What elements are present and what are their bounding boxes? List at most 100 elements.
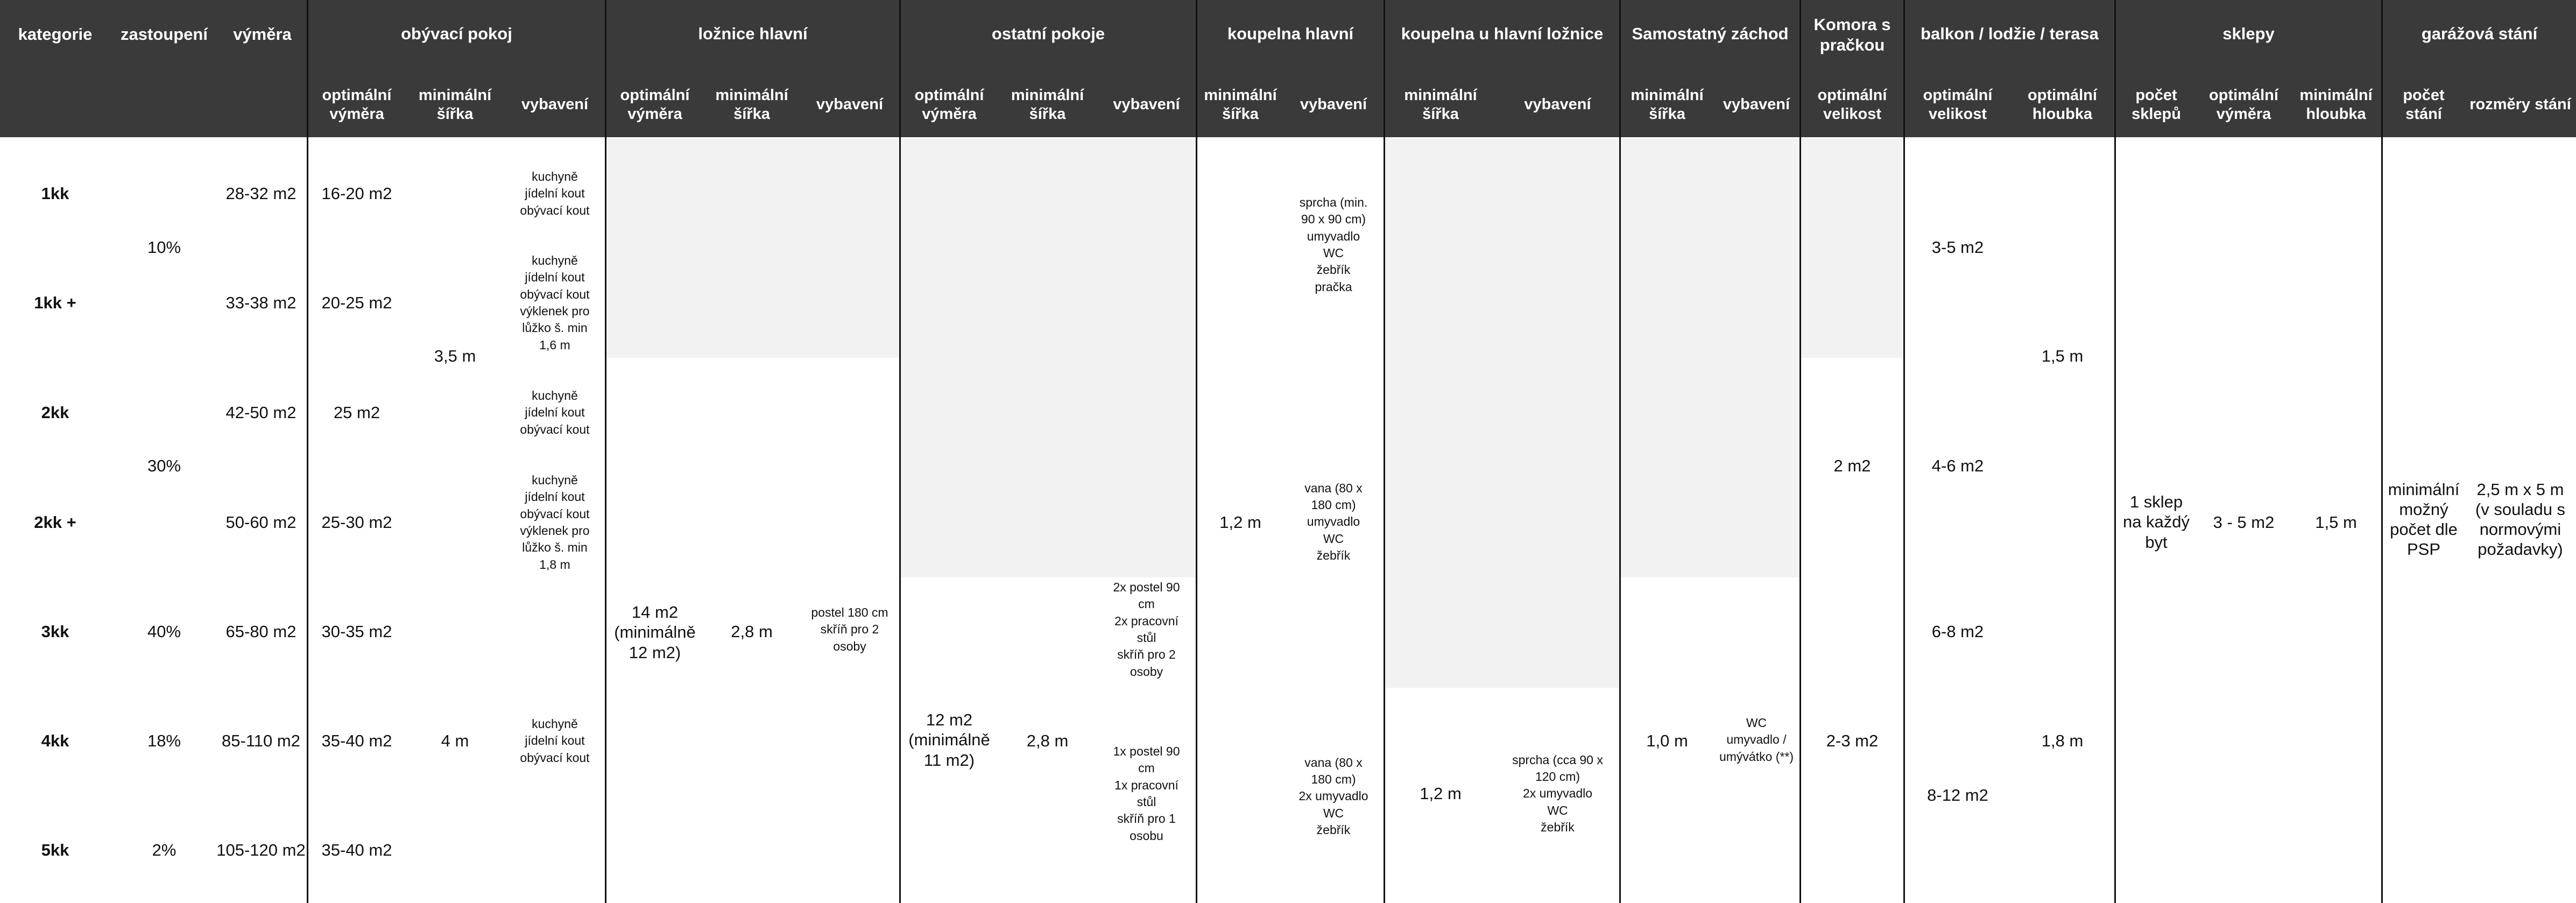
obyvaci-sirka-cell: 3,5 m	[434, 347, 476, 366]
sklepy-pocet-cell: 1 sklep na každý byt	[2122, 492, 2190, 552]
vymera-cell: 28-32 m2	[225, 184, 297, 203]
sub-koupelna-sirka: minimální šířka	[1204, 86, 1277, 123]
obyvaci-vymera-cell: 35-40 m2	[321, 731, 392, 751]
komora-cell: 2-3 m2	[1826, 731, 1879, 751]
header-ostatni-pokoje: ostatní pokoje	[991, 24, 1105, 43]
balkon-hloubka-cell: 1,5 m	[2041, 347, 2084, 366]
sub-balkon-velikost: optimální velikost	[1923, 86, 1993, 123]
sub-ostatni-vybaveni: vybavení	[1113, 96, 1180, 114]
sub-garaz-pocet: počet stání	[2403, 86, 2445, 123]
row-kategorie: 4kk	[41, 731, 69, 751]
koupelna-vybaveni-cell: vana (80 x 180 cm) 2x umyvadlo WC žebřík	[1298, 755, 1368, 837]
koup-loz-sirka-cell: 1,2 m	[1420, 784, 1462, 803]
header-komora: Komora s pračkou	[1813, 15, 1891, 54]
obyvaci-vybaveni-cell: kuchyně jídelní kout obývací kout	[520, 170, 590, 217]
header-obyvaci-pokoj: obývací pokoj	[401, 24, 512, 43]
row-kategorie: 3kk	[41, 622, 69, 641]
garaz-rozmery-cell: 2,5 m x 5 m (v souladu s normovými požad…	[2475, 479, 2566, 559]
loznice-sirka-cell: 2,8 m	[731, 622, 773, 641]
header-zastoupeni: zastoupení	[121, 25, 208, 44]
koupelna-loz-na-area	[1385, 139, 1621, 688]
header-garaz: garážová stání	[2421, 24, 2538, 43]
obyvaci-vymera-cell: 16-20 m2	[321, 184, 392, 203]
sub-koup-loz-vybaveni: vybavení	[1524, 96, 1591, 114]
balkon-hloubka-cell: 1,8 m	[2041, 731, 2084, 751]
zachod-na-area	[1621, 139, 1801, 577]
loznice-vymera-cell: 14 m2 (minimálně 12 m2)	[614, 603, 696, 662]
obyvaci-vymera-cell: 35-40 m2	[321, 841, 392, 860]
sub-ostatni-vymera: optimální výměra	[914, 86, 984, 123]
komora-cell: 2 m2	[1833, 456, 1871, 476]
zachod-sirka-cell: 1,0 m	[1646, 731, 1688, 751]
ostatni-na-area	[901, 139, 1197, 577]
ostatni-vybaveni-cell: 2x postel 90 cm 2x pracovní stůl skříň p…	[1113, 580, 1180, 679]
obyvaci-vymera-cell: 25-30 m2	[321, 513, 392, 532]
sklepy-hloubka-cell: 1,5 m	[2315, 513, 2357, 532]
koupelna-vybaveni-cell: sprcha (min. 90 x 90 cm) umyvadlo WC žeb…	[1299, 195, 1368, 294]
header-loznice: ložnice hlavní	[698, 24, 808, 43]
koupelna-vybaveni-cell: vana (80 x 180 cm) umyvadlo WC žebřík	[1304, 481, 1363, 562]
zastoupeni-cell: 10%	[147, 238, 181, 257]
ostatni-vybaveni-cell: 1x postel 90 cm 1x pracovní stůl skříň p…	[1113, 744, 1180, 843]
zastoupeni-cell: 2%	[152, 841, 177, 860]
row-kategorie: 1kk	[41, 184, 69, 203]
header-vymera: výměra	[233, 25, 292, 44]
sub-zachod-sirka: minimální šířka	[1631, 86, 1704, 123]
header-koupelna-loznice: koupelna u hlavní ložnice	[1401, 24, 1604, 43]
zastoupeni-cell: 18%	[147, 731, 181, 751]
obyvaci-sirka-cell: 4 m	[441, 731, 469, 751]
obyvaci-vymera-cell: 20-25 m2	[321, 293, 392, 313]
sub-balkon-hloubka: optimální hloubka	[2028, 86, 2097, 123]
balkon-velikost-cell: 6-8 m2	[1931, 622, 1984, 641]
obyvaci-vybaveni-cell: kuchyně jídelní kout obývací kout	[520, 717, 590, 765]
komora-na-area	[1801, 139, 1905, 358]
balkon-velikost-cell: 3-5 m2	[1931, 238, 1984, 257]
vymera-cell: 85-110 m2	[222, 731, 300, 751]
header-balkon: balkon / lodžie / terasa	[1921, 24, 2099, 43]
sub-sklepy-vymera: optimální výměra	[2209, 86, 2278, 123]
obyvaci-vymera-cell: 30-35 m2	[321, 622, 392, 641]
row-kategorie: 1kk +	[34, 293, 76, 313]
vymera-cell: 105-120 m2	[216, 841, 306, 860]
obyvaci-vybaveni-cell: kuchyně jídelní kout obývací kout výklen…	[520, 473, 590, 572]
sub-komora-velikost: optimální velikost	[1817, 86, 1887, 123]
header-kategorie: kategorie	[18, 25, 93, 44]
sub-obyvaci-vybaveni: vybavení	[521, 96, 589, 114]
sub-koup-loz-sirka: minimální šířka	[1404, 86, 1477, 123]
sub-koupelna-vybaveni: vybavení	[1300, 96, 1367, 114]
row-kategorie: 2kk	[41, 403, 69, 422]
row-kategorie: 5kk	[41, 841, 69, 860]
header-zachod: Samostatný záchod	[1632, 24, 1789, 43]
loznice-vybaveni-cell: postel 180 cm skříň pro 2 osoby	[811, 605, 888, 653]
koupelna-sirka-cell: 1,2 m	[1219, 513, 1261, 532]
zastoupeni-cell: 40%	[147, 622, 181, 641]
garaz-pocet-cell: minimální možný počet dle PSP	[2388, 479, 2460, 559]
vymera-cell: 33-38 m2	[225, 293, 297, 313]
vymera-cell: 42-50 m2	[225, 403, 297, 422]
balkon-velikost-cell: 4-6 m2	[1931, 456, 1984, 476]
sub-loznice-vymera: optimální výměra	[620, 86, 690, 123]
loznice-na-area	[606, 139, 901, 358]
sub-garaz-rozmery: rozměry stání	[2469, 96, 2571, 114]
sub-sklepy-hloubka: minimální hloubka	[2299, 86, 2373, 123]
vymera-cell: 50-60 m2	[225, 513, 297, 532]
sub-loznice-vybaveni: vybavení	[816, 96, 884, 114]
koup-loz-vybaveni-cell: sprcha (cca 90 x 120 cm) 2x umyvadlo WC …	[1512, 752, 1603, 834]
sub-obyvaci-sirka: minimální šířka	[418, 86, 492, 123]
balkon-velikost-cell: 8-12 m2	[1927, 786, 1988, 805]
sub-obyvaci-vymera: optimální výměra	[322, 86, 392, 123]
obyvaci-vybaveni-cell: kuchyně jídelní kout obývací kout výklen…	[520, 253, 590, 352]
sub-loznice-sirka: minimální šířka	[715, 86, 788, 123]
zastoupeni-cell: 30%	[147, 456, 181, 476]
zachod-vybaveni-cell: WC umyvadlo / umývátko (**)	[1719, 716, 1794, 764]
header-koupelna: koupelna hlavní	[1227, 24, 1354, 43]
row-kategorie: 2kk +	[34, 513, 76, 532]
header-sklepy: sklepy	[2222, 24, 2275, 43]
sklepy-vymera-cell: 3 - 5 m2	[2213, 513, 2275, 532]
sub-ostatni-sirka: minimální šířka	[1011, 86, 1084, 123]
ostatni-vymera-cell: 12 m2 (minimálně 11 m2)	[908, 710, 990, 770]
vymera-cell: 65-80 m2	[225, 622, 297, 641]
ostatni-sirka-cell: 2,8 m	[1026, 731, 1069, 751]
obyvaci-vymera-cell: 25 m2	[333, 403, 380, 422]
obyvaci-vybaveni-cell: kuchyně jídelní kout obývací kout	[520, 389, 590, 436]
